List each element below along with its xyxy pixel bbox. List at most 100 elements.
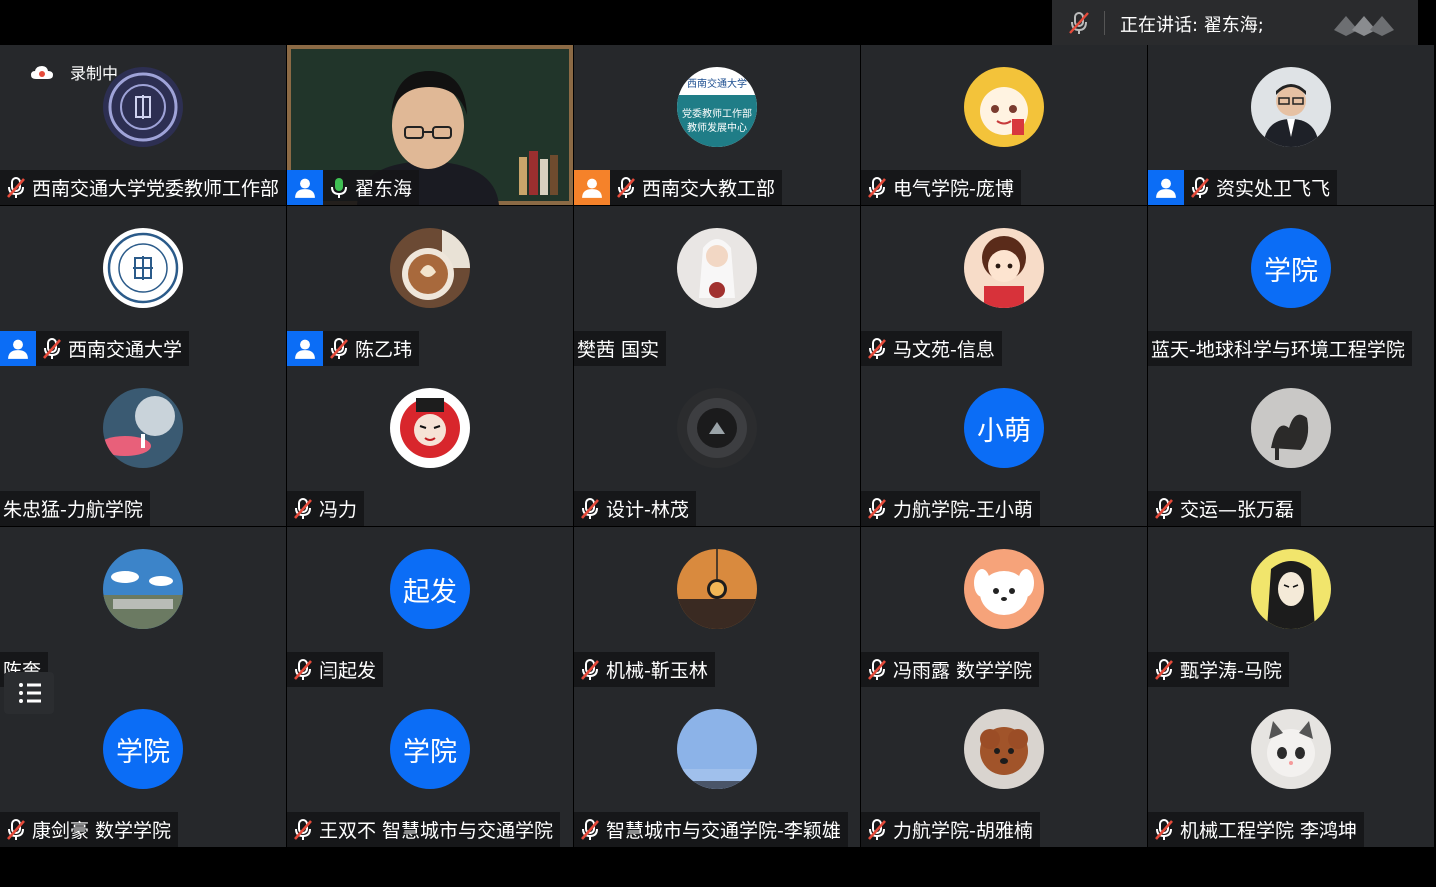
participant-name: 陈乙玮 — [355, 339, 413, 361]
participant-tile[interactable]: 电气学院-庞博 — [861, 45, 1147, 205]
avatar-initials: 学院 — [103, 709, 183, 789]
avatar-initials: 学院 — [1251, 228, 1331, 308]
muted-mic-icon — [868, 337, 886, 359]
divider — [1104, 11, 1105, 35]
participant-name-tag: 冯雨露 数学学院 — [861, 652, 1040, 687]
participant-name-tag: 马文苑-信息 — [861, 331, 1002, 366]
participant-name-tag: 王双不 智慧城市与交通学院 — [287, 812, 561, 847]
host-badge — [574, 170, 610, 205]
participant-name-tag: 西南交通大学党委教师工作部 — [0, 170, 286, 205]
participant-name-tag: 设计-林茂 — [574, 491, 696, 526]
participant-name: 机械-靳玉林 — [606, 660, 708, 682]
svg-text:西南交通大学: 西南交通大学 — [687, 77, 747, 90]
avatar-city-landscape — [103, 549, 183, 629]
avatar-bride — [677, 228, 757, 308]
participant-name-tag: 力航学院-胡雅楠 — [861, 812, 1040, 847]
participant-name-tag: 资实处卫飞飞 — [1148, 170, 1338, 205]
participant-tile[interactable]: 机械-靳玉林 — [574, 527, 860, 687]
avatar-shadow-art — [1251, 388, 1331, 468]
participant-tile[interactable]: 冯雨露 数学学院 — [861, 527, 1147, 687]
avatar-initials: 起发 — [390, 549, 470, 629]
participant-tile[interactable]: 小萌 力航学院-王小萌 — [861, 366, 1147, 526]
participant-name: 智慧城市与交通学院-李颖雄 — [606, 820, 841, 842]
cloud-record-icon — [31, 66, 53, 79]
participant-tile[interactable]: 马文苑-信息 — [861, 206, 1147, 366]
participant-tile[interactable]: 交运—张万磊 — [1148, 366, 1434, 526]
muted-mic-icon — [1155, 497, 1173, 519]
avatar-dark-object — [677, 388, 757, 468]
participant-name-tag: 西南交通大学 — [0, 331, 190, 366]
participant-tile[interactable]: 西南交通大学 — [0, 206, 286, 366]
participant-tile[interactable]: 樊茜 国实 — [574, 206, 860, 366]
participant-tile[interactable]: 设计-林茂 — [574, 366, 860, 526]
participant-name-tag: 西南交大教工部 — [574, 170, 783, 205]
participant-tile[interactable]: 力航学院-胡雅楠 — [861, 687, 1147, 847]
participant-name: 电气学院-庞博 — [893, 178, 1014, 200]
participant-list-button[interactable] — [4, 672, 54, 714]
bottom-bar — [0, 848, 1436, 887]
participant-tile[interactable]: 陈乙玮 — [287, 206, 573, 366]
muted-mic-icon — [617, 176, 635, 198]
participant-tile[interactable]: 资实处卫飞飞 — [1148, 45, 1434, 205]
participant-name: 资实处卫飞飞 — [1216, 178, 1331, 200]
participant-tile[interactable]: 陈奎 — [0, 527, 286, 687]
participant-name: 马文苑-信息 — [893, 339, 995, 361]
muted-mic-icon — [581, 497, 599, 519]
svg-text:教师发展中心: 教师发展中心 — [687, 121, 747, 134]
participant-name-tag: 智慧城市与交通学院-李颖雄 — [574, 812, 848, 847]
active-speaker-bar: 正在讲话: 翟东海; — [1052, 0, 1418, 45]
avatar-initials: 学院 — [390, 709, 470, 789]
participant-tile[interactable]: 甄学涛-马院 — [1148, 527, 1434, 687]
participant-name-tag: 机械工程学院 李鸿坤 — [1148, 812, 1365, 847]
muted-mic-icon — [294, 818, 312, 840]
participant-tile[interactable]: 学院蓝天-地球科学与环境工程学院 — [1148, 206, 1434, 366]
participant-name-tag: 甄学涛-马院 — [1148, 652, 1289, 687]
muted-mic-icon[interactable] — [1066, 10, 1092, 36]
participant-name-tag: 机械-靳玉林 — [574, 652, 715, 687]
participant-name: 交运—张万磊 — [1180, 499, 1295, 521]
muted-mic-icon — [330, 337, 348, 359]
participant-tile[interactable]: 学院王双不 智慧城市与交通学院 — [287, 687, 573, 847]
host-badge — [1148, 170, 1184, 205]
participant-name: 甄学涛-马院 — [1180, 660, 1282, 682]
participant-name: 机械工程学院 李鸿坤 — [1180, 820, 1358, 842]
host-icon — [1156, 178, 1176, 198]
avatar-sunset-pendant — [677, 549, 757, 629]
participant-name: 朱忠猛-力航学院 — [3, 499, 143, 521]
participant-tile[interactable]: 起发 闫起发 — [287, 527, 573, 687]
avatar-cartoon-girl — [964, 228, 1044, 308]
participant-tile[interactable]: 翟东海 — [287, 45, 573, 205]
participant-tile[interactable]: 机械工程学院 李鸿坤 — [1148, 687, 1434, 847]
muted-mic-icon — [581, 818, 599, 840]
muted-mic-icon — [1191, 176, 1209, 198]
app-logo-icon — [1334, 16, 1394, 36]
muted-mic-icon — [581, 658, 599, 680]
participant-name-tag: 康剑豪 数学学院 — [0, 812, 179, 847]
participant-tile[interactable]: 智慧城市与交通学院-李颖雄 — [574, 687, 860, 847]
participant-name: 力航学院-胡雅楠 — [893, 820, 1033, 842]
participant-name-tag: 朱忠猛-力航学院 — [0, 491, 150, 526]
host-icon — [582, 178, 602, 198]
avatar-moon — [103, 388, 183, 468]
participant-tile[interactable]: 朱忠猛-力航学院 — [0, 366, 286, 526]
participant-name-tag: 蓝天-地球科学与环境工程学院 — [1148, 331, 1412, 366]
avatar-anime-man — [1251, 549, 1331, 629]
participant-name: 设计-林茂 — [606, 499, 689, 521]
participant-tile[interactable]: 西南交通大学 党委教师工作部 教师发展中心西南交大教工部 — [574, 45, 860, 205]
participant-tile[interactable]: 冯力 — [287, 366, 573, 526]
svg-text:党委教师工作部: 党委教师工作部 — [682, 107, 752, 120]
host-icon — [295, 178, 315, 198]
muted-mic-icon — [7, 176, 25, 198]
host-icon — [8, 339, 28, 359]
avatar-university-seal — [103, 228, 183, 308]
speaking-label: 正在讲话: 翟东海; — [1120, 15, 1264, 36]
muted-mic-icon — [868, 818, 886, 840]
participant-name-tag: 陈乙玮 — [287, 331, 420, 366]
host-badge — [0, 331, 36, 366]
avatar-initials: 小萌 — [964, 388, 1044, 468]
avatar-cartoon-dog — [964, 549, 1044, 629]
avatar-logo-teal: 西南交通大学党委教师工作部教师发展中心 — [677, 67, 757, 147]
muted-mic-icon — [294, 658, 312, 680]
participant-name-tag: 翟东海 — [287, 170, 420, 205]
muted-mic-icon — [43, 337, 61, 359]
